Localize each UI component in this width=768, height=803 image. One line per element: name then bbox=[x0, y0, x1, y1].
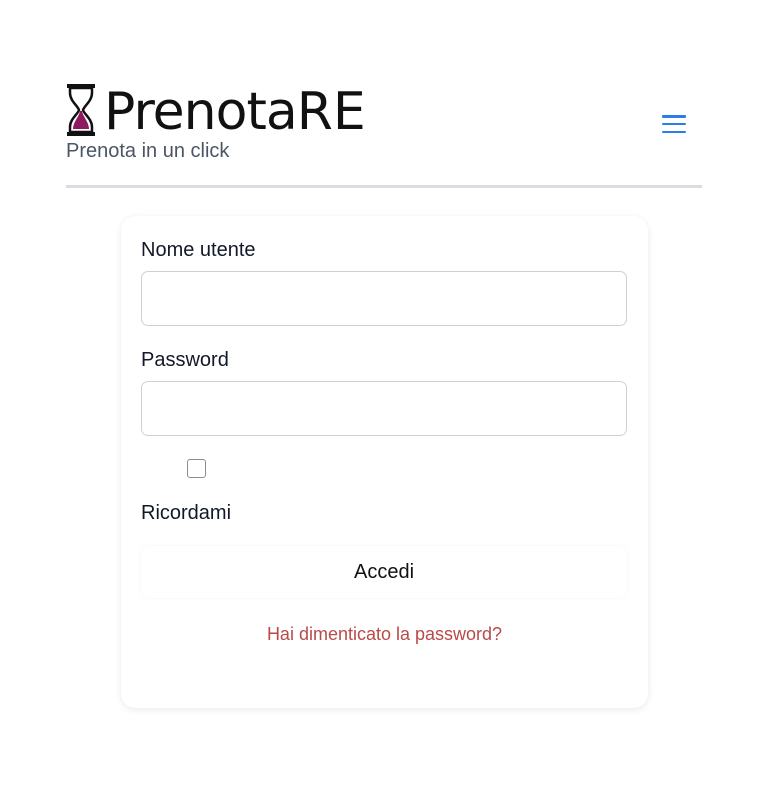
hourglass-icon bbox=[67, 84, 95, 136]
menu-button[interactable] bbox=[660, 112, 688, 136]
brand-name: PrenotaRE bbox=[104, 86, 366, 138]
tagline: Prenota in un click bbox=[66, 140, 230, 162]
remember-me-checkbox[interactable] bbox=[187, 459, 206, 478]
password-label: Password bbox=[141, 349, 229, 371]
brand-name-main: Prenota bbox=[104, 82, 298, 142]
brand-name-suffix: RE bbox=[296, 82, 366, 142]
password-input[interactable] bbox=[141, 381, 627, 436]
username-input[interactable] bbox=[141, 271, 627, 326]
username-label: Nome utente bbox=[141, 239, 256, 261]
header-divider bbox=[66, 185, 702, 188]
remember-me-label: Ricordami bbox=[141, 502, 232, 524]
forgot-password-link[interactable]: Hai dimenticato la password? bbox=[121, 624, 648, 645]
hamburger-menu-icon-bar bbox=[662, 115, 686, 118]
login-card: Nome utente Password Ricordami Accedi Ha… bbox=[121, 216, 648, 708]
logo: PrenotaRE bbox=[66, 80, 702, 138]
login-button[interactable]: Accedi bbox=[141, 546, 627, 598]
hamburger-menu-icon-bar bbox=[662, 122, 686, 126]
page-header: PrenotaRE Prenota in un click bbox=[66, 80, 702, 162]
hamburger-menu-icon-bar bbox=[662, 130, 686, 133]
